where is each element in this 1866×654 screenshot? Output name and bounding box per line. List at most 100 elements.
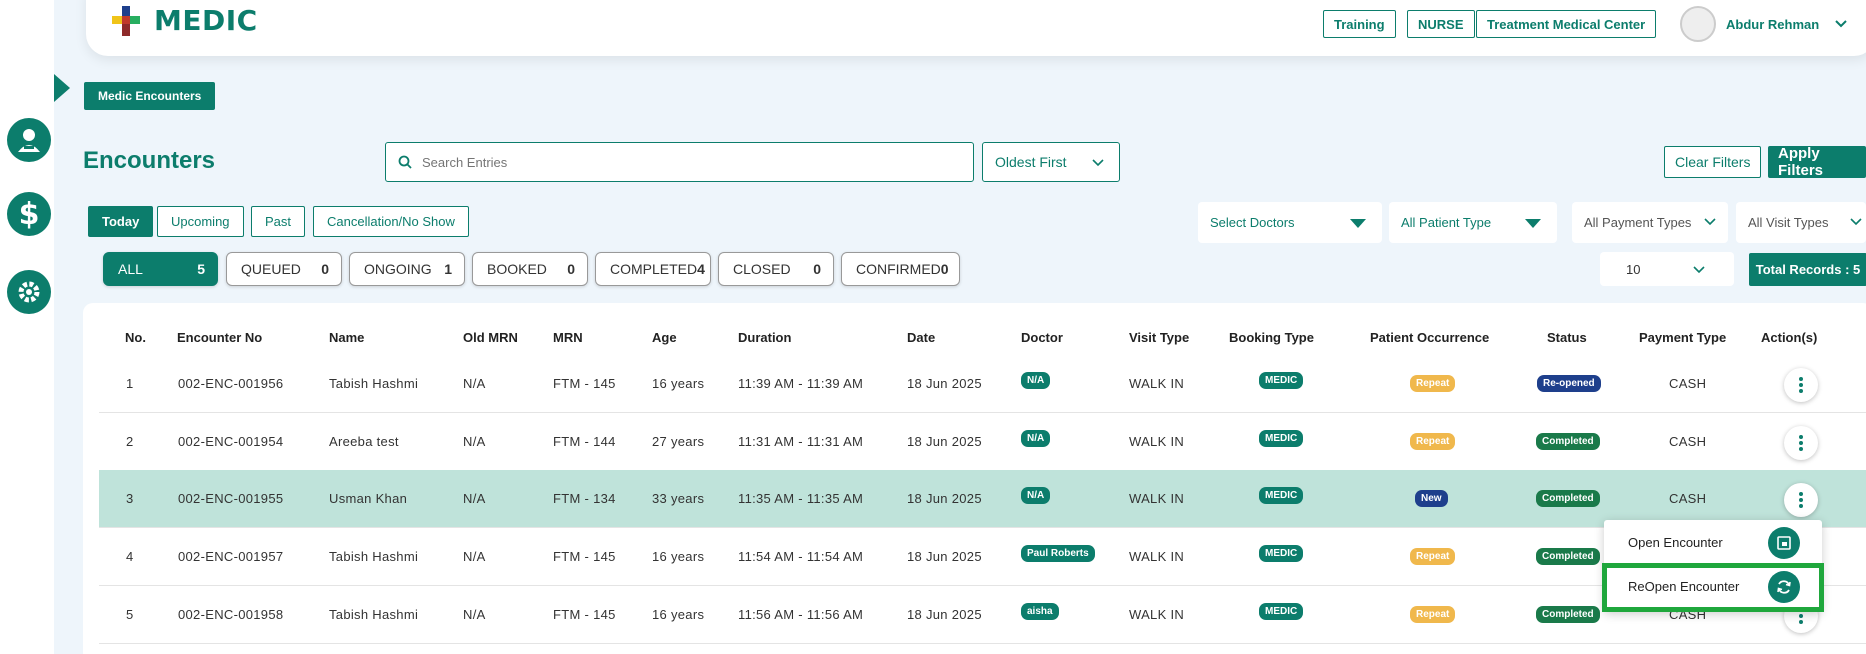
tab-today[interactable]: Today: [88, 206, 154, 237]
status-booked[interactable]: BOOKED 0: [472, 252, 588, 286]
status-all[interactable]: ALL 5: [103, 252, 218, 286]
status-count: 0: [813, 261, 821, 277]
per-page-value: 10: [1626, 261, 1641, 277]
status-count: 0: [940, 261, 949, 277]
training-button[interactable]: Training: [1323, 10, 1396, 38]
col-date: Date: [907, 330, 936, 345]
status-count: 1: [444, 261, 452, 277]
col-encounter-no: Encounter No: [177, 330, 263, 345]
patient-type-label: All Patient Type: [1401, 215, 1492, 230]
row-actions-button[interactable]: [1784, 426, 1818, 460]
payment-type-filter[interactable]: All Payment Types: [1572, 202, 1728, 243]
payment-type-label: All Payment Types: [1584, 215, 1692, 230]
apply-filters-button[interactable]: Apply Filters: [1768, 145, 1866, 179]
search-icon: [398, 155, 412, 169]
clear-filters-button[interactable]: Clear Filters: [1664, 146, 1762, 178]
tab-past[interactable]: Past: [251, 206, 306, 237]
cell-encounter-no: 002-ENC-001954: [178, 434, 284, 449]
table-row[interactable]: 2 002-ENC-001954 Areeba test N/A FTM - 1…: [99, 413, 1866, 471]
tab-cancellation[interactable]: Cancellation/No Show: [313, 206, 469, 237]
cell-name: Usman Khan: [329, 491, 408, 506]
cell-no: 5: [126, 607, 134, 622]
search-input[interactable]: [422, 154, 942, 170]
status-queued[interactable]: QUEUED 0: [226, 252, 342, 286]
status-confirmed[interactable]: CONFIRMED 0: [841, 252, 960, 286]
row-actions-button[interactable]: [1784, 483, 1818, 517]
status-label: QUEUED: [241, 261, 301, 277]
focus-highlight-box: [1602, 563, 1824, 612]
cell-date: 18 Jun 2025: [907, 549, 982, 564]
table-row[interactable]: 1 002-ENC-001956 Tabish Hashmi N/A FTM -…: [99, 355, 1866, 413]
booking-badge: MEDIC: [1259, 430, 1304, 447]
doctor-filter[interactable]: Select Doctors: [1198, 202, 1382, 243]
breadcrumb[interactable]: Medic Encounters: [84, 82, 216, 110]
status-completed[interactable]: COMPLETED 4: [595, 252, 711, 286]
tab-upcoming[interactable]: Upcoming: [157, 206, 244, 237]
billing-nav-icon[interactable]: $: [7, 192, 51, 236]
cell-date: 18 Jun 2025: [907, 491, 982, 506]
booking-badge: MEDIC: [1259, 487, 1304, 504]
cell-visit-type: WALK IN: [1129, 434, 1185, 449]
cell-name: Tabish Hashmi: [329, 607, 419, 622]
status-label: ONGOING: [364, 261, 432, 277]
cell-old-mrn: N/A: [463, 607, 486, 622]
center-button[interactable]: Treatment Medical Center: [1476, 10, 1657, 38]
status-badge: Completed: [1536, 490, 1600, 507]
doctor-badge: N/A: [1021, 372, 1051, 389]
booking-badge: MEDIC: [1259, 603, 1304, 620]
chevron-down-icon: [1693, 266, 1705, 274]
user-menu[interactable]: Abdur Rehman: [1680, 6, 1847, 42]
cell-visit-type: WALK IN: [1129, 549, 1185, 564]
role-nurse-button[interactable]: NURSE: [1407, 10, 1475, 38]
row-actions-button[interactable]: [1784, 368, 1818, 402]
avatar: [1680, 6, 1716, 42]
col-booking-type: Booking Type: [1229, 330, 1314, 345]
user-name: Abdur Rehman: [1726, 16, 1820, 32]
col-payment-type: Payment Type: [1639, 330, 1727, 345]
dropdown-arrow-icon: [1525, 219, 1541, 228]
dropdown-arrow-icon: [1350, 219, 1366, 228]
cell-encounter-no: 002-ENC-001957: [178, 549, 284, 564]
page-title: Encounters: [83, 147, 216, 174]
cell-old-mrn: N/A: [463, 491, 486, 506]
table-row[interactable]: 3 002-ENC-001955 Usman Khan N/A FTM - 13…: [99, 470, 1866, 528]
open-encounter-item[interactable]: Open Encounter: [1604, 520, 1822, 564]
patient-type-filter[interactable]: All Patient Type: [1389, 202, 1557, 243]
settings-gear-icon[interactable]: [7, 270, 51, 314]
cell-name: Tabish Hashmi: [329, 376, 419, 391]
doctor-filter-label: Select Doctors: [1210, 215, 1295, 230]
cell-date: 18 Jun 2025: [907, 376, 982, 391]
status-ongoing[interactable]: ONGOING 1: [349, 252, 465, 286]
sort-select[interactable]: Oldest First: [982, 142, 1120, 182]
table-row[interactable]: 4 002-ENC-001957 Tabish Hashmi N/A FTM -…: [99, 528, 1866, 586]
visit-type-filter[interactable]: All Visit Types: [1736, 202, 1866, 243]
table-row[interactable]: 5 002-ENC-001958 Tabish Hashmi N/A FTM -…: [99, 586, 1866, 644]
open-window-icon[interactable]: [1768, 527, 1800, 559]
cell-old-mrn: N/A: [463, 376, 486, 391]
status-label: BOOKED: [487, 261, 547, 277]
booking-badge: MEDIC: [1259, 372, 1304, 389]
col-actions: Action(s): [1761, 330, 1818, 345]
rail-collapse-arrow[interactable]: [54, 74, 70, 102]
cell-encounter-no: 002-ENC-001958: [178, 607, 284, 622]
cell-age: 16 years: [652, 549, 705, 564]
booking-badge: MEDIC: [1259, 545, 1304, 562]
medic-cross-icon: [112, 5, 140, 36]
search-box[interactable]: [385, 142, 974, 182]
status-badge: Completed: [1536, 433, 1600, 450]
occurrence-badge: New: [1415, 490, 1448, 507]
cell-visit-type: WALK IN: [1129, 607, 1185, 622]
more-vertical-icon: [1799, 376, 1803, 394]
col-mrn: MRN: [553, 330, 583, 345]
cell-age: 27 years: [652, 434, 705, 449]
status-label: CONFIRMED: [856, 261, 941, 277]
cell-encounter-no: 002-ENC-001955: [178, 491, 284, 506]
status-label: ALL: [118, 261, 143, 277]
cell-age: 16 years: [652, 607, 705, 622]
cell-age: 16 years: [652, 376, 705, 391]
per-page-select[interactable]: 10: [1600, 252, 1734, 286]
app-logo[interactable]: MEDIC: [112, 4, 258, 37]
status-closed[interactable]: CLOSED 0: [718, 252, 834, 286]
cell-name: Areeba test: [329, 434, 399, 449]
doctor-nav-icon[interactable]: [7, 118, 51, 162]
